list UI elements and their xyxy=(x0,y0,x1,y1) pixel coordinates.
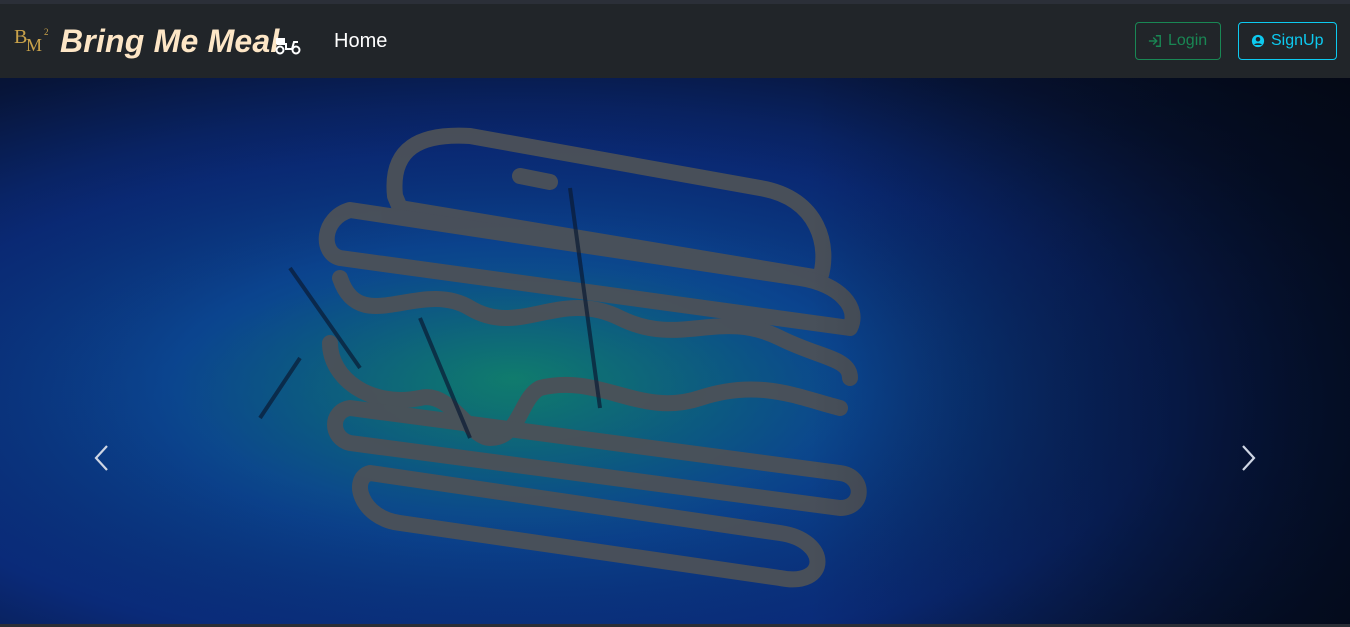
hero-shade xyxy=(0,78,1350,624)
delivery-scooter-icon xyxy=(275,38,301,55)
brand-logo-icon: B M 2 xyxy=(14,26,49,55)
login-label: Login xyxy=(1168,32,1208,49)
navbar: B M 2 Bring Me Meal Home Login SignUp xyxy=(0,4,1350,78)
nav-home-link[interactable]: Home xyxy=(334,4,387,78)
brand-link[interactable]: B M 2 Bring Me Meal xyxy=(12,4,302,78)
svg-text:2: 2 xyxy=(44,27,49,37)
brand-name: Bring Me Meal xyxy=(60,22,280,59)
sign-in-icon xyxy=(1148,35,1161,47)
hero-carousel xyxy=(0,78,1350,624)
user-circle-icon xyxy=(1251,34,1265,48)
svg-text:M: M xyxy=(26,35,42,55)
chevron-left-icon[interactable] xyxy=(92,443,112,473)
chevron-right-icon[interactable] xyxy=(1238,443,1258,473)
signup-label: SignUp xyxy=(1271,32,1324,49)
signup-button[interactable]: SignUp xyxy=(1238,22,1337,60)
login-button[interactable]: Login xyxy=(1135,22,1221,60)
